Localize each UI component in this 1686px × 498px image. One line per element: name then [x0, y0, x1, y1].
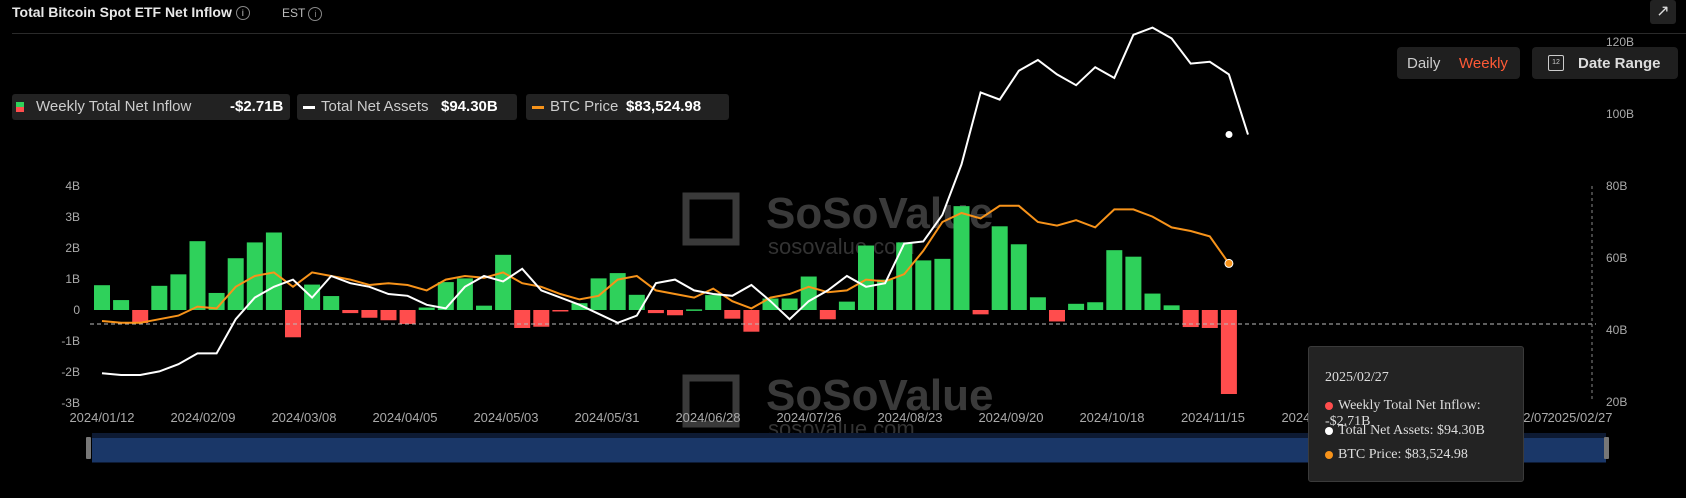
inflow-bar	[934, 258, 951, 310]
y-left-tick-label: -1B	[61, 334, 80, 348]
inflow-bar	[667, 310, 683, 316]
inflow-bar	[323, 296, 340, 310]
inflow-bar	[552, 310, 569, 312]
inflow-bar	[1125, 256, 1142, 310]
net-assets-line	[101, 26, 1249, 376]
inflow-bar	[476, 305, 492, 310]
inflow-bar	[647, 310, 664, 314]
tooltip-dot	[1325, 426, 1333, 435]
inflow-bar	[170, 274, 187, 310]
y-right-tick-label: 60B	[1606, 251, 1627, 265]
tooltip-dot	[1325, 450, 1333, 459]
x-tick-label: 2024/08/23	[877, 410, 942, 425]
inflow-bar	[686, 309, 703, 311]
inflow-bar	[514, 310, 531, 328]
watermark-url: sosovalue.com	[768, 234, 915, 259]
inflow-bar	[94, 285, 110, 310]
inflow-bar	[418, 307, 435, 310]
inflow-bar	[1220, 310, 1237, 395]
inflow-bar	[819, 310, 836, 320]
y-left-tick-label: -3B	[61, 396, 80, 410]
y-right-tick-label: 40B	[1606, 323, 1627, 337]
y-left-tick-label: 1B	[65, 272, 80, 286]
inflow-bar	[342, 310, 359, 314]
tooltip-row-price: BTC Price: $83,524.98	[1325, 447, 1468, 463]
y-axis-right: 20B40B60B80B100B120B140B	[1606, 35, 1634, 409]
inflow-bar	[1029, 297, 1046, 310]
inflow-bar	[437, 282, 454, 310]
inflow-bar	[972, 310, 989, 315]
tooltip-row-assets: Total Net Assets: $94.30B	[1325, 423, 1485, 439]
y-axis-left: -3B -2B -1B 0 1B 2B 3B 4B	[61, 179, 80, 410]
inflow-bar	[380, 310, 397, 321]
inflow-bar	[705, 295, 722, 310]
inflow-bar	[915, 260, 932, 310]
y-right-tick-label: 120B	[1606, 35, 1634, 49]
inflow-bar	[361, 310, 378, 318]
x-tick-label: 2024/05/31	[574, 410, 639, 425]
btc-price-marker	[1224, 258, 1234, 268]
inflow-bar	[590, 278, 607, 310]
y-right-tick-label: 100B	[1606, 107, 1634, 121]
y-left-tick-label: -2B	[61, 365, 80, 379]
x-tick-label: 2024/03/08	[271, 410, 336, 425]
lines	[101, 26, 1249, 376]
navigator-handle-right	[1604, 437, 1609, 459]
inflow-bar	[151, 285, 168, 310]
x-tick-label: 2024/06/28	[675, 410, 740, 425]
inflow-bar	[1049, 310, 1065, 322]
inflow-bar	[399, 310, 416, 324]
navigator-handle-left	[86, 437, 91, 459]
inflow-bar	[1163, 305, 1180, 310]
tooltip-text: BTC Price: $83,524.98	[1338, 447, 1468, 462]
inflow-bar	[1087, 302, 1104, 310]
tooltip-dot	[1325, 401, 1333, 410]
inflow-bar	[1106, 250, 1123, 310]
x-tick-label: 2024/01/12	[69, 410, 134, 425]
inflow-bar	[724, 310, 741, 319]
watermark-logo-icon	[682, 192, 740, 246]
y-left-tick-label: 4B	[65, 179, 80, 193]
inflow-bar	[838, 301, 855, 310]
inflow-bar	[953, 206, 970, 310]
inflow-bar	[1068, 303, 1085, 310]
x-tick-label: 2024/04/05	[372, 410, 437, 425]
inflow-bar	[113, 300, 130, 310]
inflow-bar	[991, 226, 1008, 310]
inflow-bar	[743, 310, 760, 332]
x-tick-label: 2024/05/03	[473, 410, 538, 425]
tooltip-date: 2025/02/27	[1325, 370, 1389, 385]
x-tick-label: 2024/10/18	[1079, 410, 1144, 425]
inflow-bar	[1144, 293, 1161, 310]
net-assets-marker	[1224, 130, 1234, 140]
inflow-bar	[189, 241, 206, 310]
inflow-bar	[1010, 244, 1027, 310]
x-tick-label: 2024/09/20	[978, 410, 1043, 425]
inflow-bar	[858, 245, 874, 310]
tooltip-text: Total Net Assets: $94.30B	[1338, 423, 1485, 438]
x-tick-label: 2024/07/26	[776, 410, 841, 425]
x-tick-label: 2025/02/27	[1547, 410, 1612, 425]
y-right-tick-label: 20B	[1606, 395, 1627, 409]
y-left-tick-label: 0	[73, 303, 80, 317]
y-right-tick-label: 80B	[1606, 179, 1627, 193]
y-left-tick-label: 2B	[65, 241, 80, 255]
inflow-bar	[1201, 310, 1218, 328]
inflow-bar	[781, 298, 798, 310]
tooltip: 2025/02/27 Weekly Total Net Inflow: -$2.…	[1308, 346, 1524, 482]
x-tick-label: 2024/11/15	[1181, 410, 1245, 425]
inflow-bar	[800, 276, 817, 310]
inflow-bar	[265, 232, 282, 310]
y-left-tick-label: 3B	[65, 210, 80, 224]
x-tick-label: 2024/02/09	[170, 410, 235, 425]
